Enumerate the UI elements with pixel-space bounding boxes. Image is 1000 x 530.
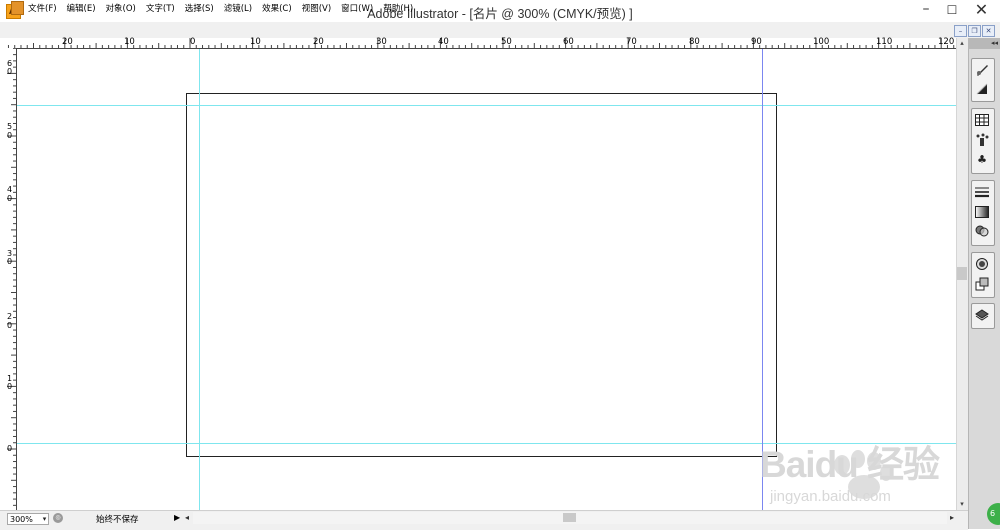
gradient-icon[interactable] [973,204,991,220]
menu-filter[interactable]: 滤镜(L) [224,2,257,14]
horizontal-ruler[interactable]: 20 10 0 10 20 30 40 50 60 70 80 90 100 1… [7,38,956,49]
ruler-label: 80 [689,37,700,47]
brush-icon[interactable] [973,62,991,78]
ruler-label: 100 [813,37,830,47]
ruler-label: 0 [7,131,13,140]
ruler-label: 20 [62,37,73,47]
ruler-label: 70 [626,37,637,47]
guide-vertical-left[interactable] [199,49,200,510]
ruler-label: 0 [7,194,13,203]
ruler-label: 20 [313,37,324,47]
swatches-grid-icon[interactable] [973,112,991,128]
club-symbol-icon[interactable]: ♣ [973,151,991,167]
symbol-sprayer-icon[interactable] [973,132,991,148]
doc-minimize-button[interactable]: – [954,25,967,37]
appearance-icon[interactable] [973,256,991,272]
vertical-ruler-ticks [7,48,16,506]
stroke-lines-icon[interactable] [973,184,991,200]
menu-view[interactable]: 视图(V) [302,2,336,14]
close-window-button[interactable]: ✕ [965,0,998,20]
navigator-icon[interactable]: ◎ [53,513,63,523]
ruler-label: 110 [876,37,893,47]
menu-edit[interactable]: 编辑(E) [67,2,101,14]
ruler-label: 60 [563,37,574,47]
ruler-label: 0 [7,382,13,391]
horizontal-scrollbar-thumb[interactable] [563,513,576,522]
artboard[interactable] [186,93,777,457]
ruler-label: 0 [7,321,13,330]
status-save-text: 始终不保存 [96,515,139,525]
baidu-jingyan-watermark: Baidu 经验 [760,444,940,485]
ruler-label: 10 [124,37,135,47]
doc-restore-button[interactable]: ❐ [968,25,981,37]
transparency-icon[interactable] [973,223,991,239]
ruler-label: 5 [7,122,13,131]
ruler-label: 50 [501,37,512,47]
scroll-left-arrow-icon[interactable]: ◂ [185,513,189,522]
graphic-styles-icon[interactable] [973,276,991,292]
ruler-label: 90 [751,37,762,47]
chevron-down-icon[interactable]: ▾ [40,513,49,525]
ruler-label: 2 [7,312,13,321]
menu-window[interactable]: 窗口(W) [341,2,378,14]
ruler-label: 10 [250,37,261,47]
menu-bar [0,22,1000,39]
ruler-label: 120 [938,37,955,47]
menu-file[interactable]: 文件(F) [28,2,62,14]
ruler-label: 40 [438,37,449,47]
vertical-scrollbar-thumb[interactable] [957,267,967,280]
guide-horizontal-top[interactable] [17,105,956,106]
menu-effect[interactable]: 效果(C) [262,2,297,14]
menu-items: 文件(F) 编辑(E) 对象(O) 文字(T) 选择(S) 滤镜(L) 效果(C… [28,2,423,14]
ruler-label: 0 [7,257,13,266]
minimize-window-button[interactable]: – [913,0,939,20]
document-icon[interactable] [11,1,24,15]
watermark-url: jingyan.baidu.com [770,488,891,505]
status-menu-arrow-icon[interactable]: ▶ [174,513,180,522]
menu-object[interactable]: 对象(O) [106,2,141,14]
scroll-up-arrow-icon[interactable]: ▴ [956,38,968,48]
vertical-ruler[interactable]: 6 0 5 0 4 0 3 0 2 0 1 0 0 [7,48,17,510]
ruler-label: 30 [376,37,387,47]
menu-help[interactable]: 帮助(H) [383,2,418,14]
menu-select[interactable]: 选择(S) [185,2,219,14]
ruler-label: 0 [190,37,196,47]
gradient-triangle-icon[interactable] [973,81,991,97]
layers-icon[interactable] [973,307,991,323]
ruler-label: 4 [7,185,13,194]
maximize-window-button[interactable]: ☐ [939,0,965,20]
ruler-label: 0 [7,67,13,76]
panel-collapse-button[interactable]: ◂◂ [968,38,1000,49]
doc-close-button[interactable]: ✕ [982,25,995,37]
menu-type[interactable]: 文字(T) [146,2,180,14]
ruler-label: 0 [7,444,13,453]
